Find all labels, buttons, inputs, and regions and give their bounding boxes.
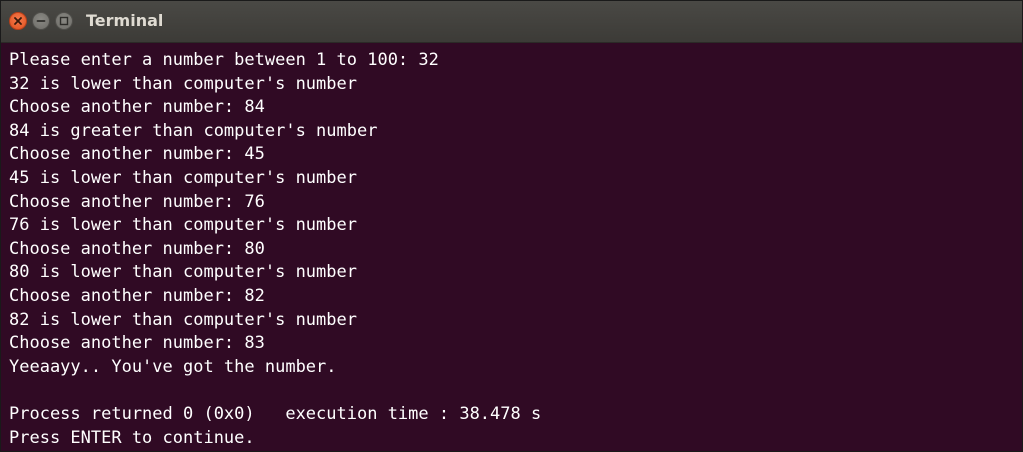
terminal-line: Choose another number: 83 bbox=[9, 333, 265, 354]
terminal-line: Press ENTER to continue. bbox=[9, 427, 255, 448]
maximize-icon bbox=[59, 16, 69, 26]
terminal-line: 84 is greater than computer's number bbox=[9, 120, 378, 141]
terminal-line: Choose another number: 76 bbox=[9, 191, 265, 212]
terminal-line: 76 is lower than computer's number bbox=[9, 215, 357, 236]
title-bar[interactable]: Terminal bbox=[1, 1, 1022, 43]
terminal-line: Choose another number: 84 bbox=[9, 97, 265, 118]
close-icon bbox=[14, 17, 22, 25]
terminal-line: 80 is lower than computer's number bbox=[9, 262, 357, 283]
terminal-output[interactable]: Please enter a number between 1 to 100: … bbox=[9, 49, 541, 450]
terminal-line: 45 is lower than computer's number bbox=[9, 167, 357, 188]
terminal-line: 32 is lower than computer's number bbox=[9, 73, 357, 94]
terminal-line: Choose another number: 82 bbox=[9, 285, 265, 306]
window-title: Terminal bbox=[86, 11, 164, 30]
maximize-button[interactable] bbox=[55, 12, 73, 30]
close-button[interactable] bbox=[9, 12, 27, 30]
terminal-line: 82 is lower than computer's number bbox=[9, 309, 357, 330]
terminal-line: Yeeaayy.. You've got the number. bbox=[9, 356, 337, 377]
terminal-line: Process returned 0 (0x0) execution time … bbox=[9, 403, 542, 424]
minimize-button[interactable] bbox=[32, 12, 50, 30]
terminal-line: Please enter a number between 1 to 100: … bbox=[9, 50, 439, 70]
minimize-icon bbox=[36, 20, 46, 22]
terminal-window: Terminal Please enter a number between 1… bbox=[0, 0, 1023, 452]
terminal-line: Choose another number: 80 bbox=[9, 238, 265, 259]
terminal-line: Choose another number: 45 bbox=[9, 144, 265, 165]
